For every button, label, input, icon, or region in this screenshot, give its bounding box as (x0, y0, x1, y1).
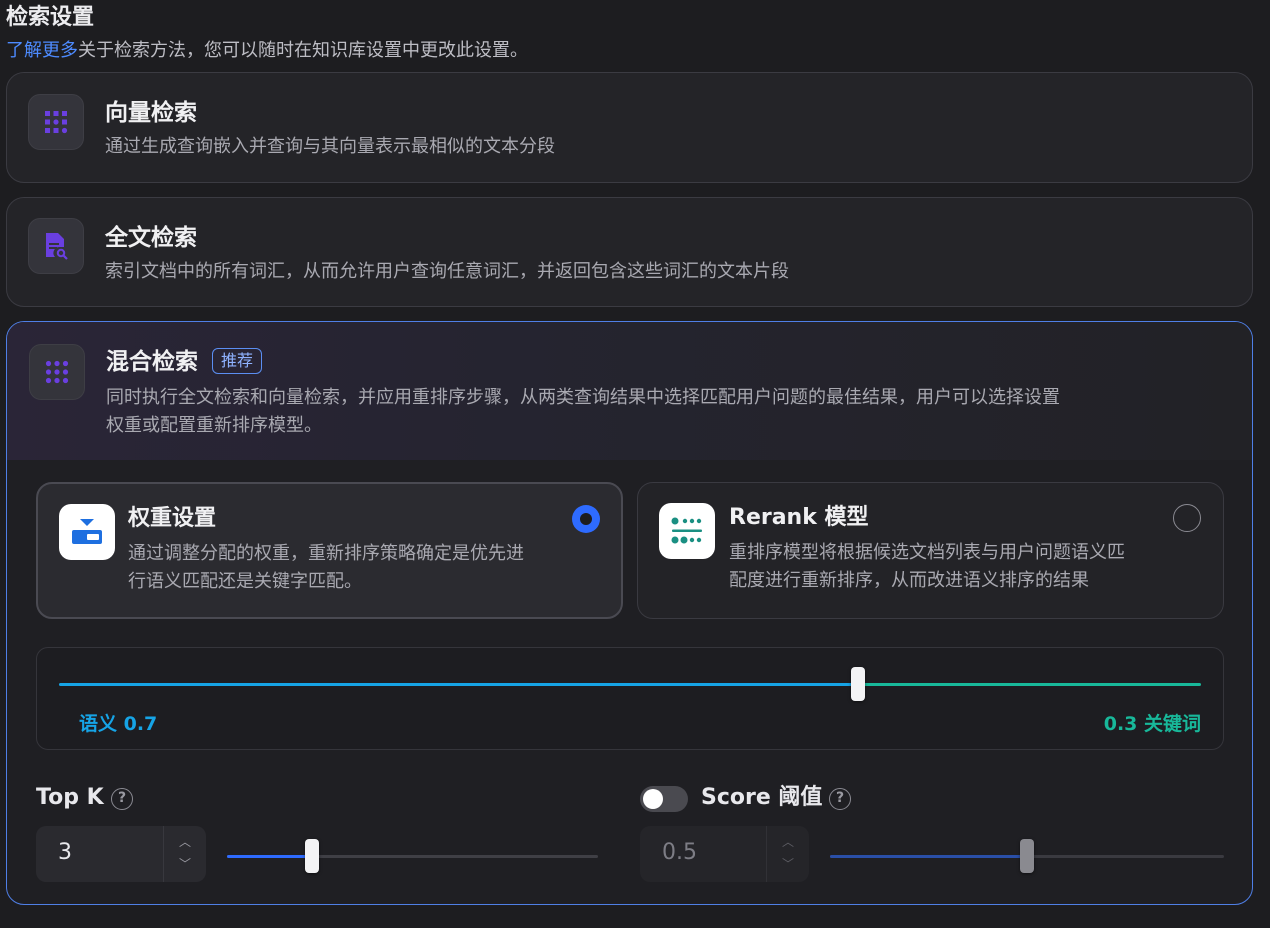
weight-setting-option[interactable]: 权重设置 通过调整分配的权重，重新排序策略确定是优先进 行语义匹配还是关键字匹配… (36, 482, 623, 619)
top-k-decrement-icon[interactable]: ﹀ (164, 857, 206, 871)
weight-slider-panel: 语义 0.7 0.3 关键词 (36, 647, 1224, 750)
top-k-slider-fill (227, 855, 313, 858)
keyword-weight-track (858, 683, 1201, 686)
rerank-model-desc-line2: 配度进行重新排序，从而改进语义排序的结果 (729, 570, 1089, 591)
top-k-increment-icon[interactable]: ︿ (164, 835, 206, 849)
vector-search-title: 向量检索 (105, 100, 197, 126)
dots-grid-icon (29, 344, 85, 400)
weight-setting-title: 权重设置 (128, 506, 217, 531)
document-search-icon (28, 218, 84, 274)
weight-setting-desc-line1: 通过调整分配的权重，重新排序策略确定是优先进 (128, 543, 524, 564)
rerank-model-desc-line1: 重排序模型将根据候选文档列表与用户问题语义匹 (729, 542, 1125, 563)
rerank-model-icon (659, 503, 715, 559)
score-threshold-help-icon[interactable]: ? (829, 788, 851, 810)
rerank-model-title: Rerank 模型 (729, 505, 869, 530)
keyword-weight-label: 0.3 关键词 (1103, 713, 1201, 735)
score-decrement-icon[interactable]: ﹀ (767, 857, 809, 871)
weight-slider-thumb[interactable] (851, 667, 866, 701)
fulltext-search-title: 全文检索 (105, 225, 197, 251)
weight-setting-radio[interactable] (572, 505, 600, 533)
page-title: 检索设置 (6, 5, 95, 30)
score-threshold-label: Score 阈值 (701, 785, 823, 810)
hybrid-search-card[interactable]: 混合检索 推荐 同时执行全文检索和向量检索，并应用重排序步骤，从两类查询结果中选… (6, 321, 1253, 905)
vector-search-desc: 通过生成查询嵌入并查询与其向量表示最相似的文本分段 (105, 136, 555, 157)
semantic-weight-track (59, 683, 859, 686)
vector-search-card[interactable]: 向量检索 通过生成查询嵌入并查询与其向量表示最相似的文本分段 (6, 72, 1253, 183)
fulltext-search-card[interactable]: 全文检索 索引文档中的所有词汇，从而允许用户查询任意词汇，并返回包含这些词汇的文… (6, 197, 1253, 307)
page-subtitle: 了解更多关于检索方法，您可以随时在知识库设置中更改此设置。 (6, 38, 528, 64)
rerank-model-radio[interactable] (1173, 504, 1201, 532)
top-k-label: Top K (36, 785, 104, 810)
score-increment-icon[interactable]: ︿ (767, 835, 809, 849)
weight-scale-icon (59, 504, 115, 560)
score-slider-fill (830, 855, 1027, 858)
hybrid-search-desc-line2: 权重或配置重新排序模型。 (106, 415, 322, 436)
score-slider-thumb[interactable] (1020, 839, 1034, 873)
subtitle-text: 关于检索方法，您可以随时在知识库设置中更改此设置。 (78, 40, 528, 61)
top-k-slider-thumb[interactable] (305, 839, 320, 873)
learn-more-link[interactable]: 了解更多 (6, 40, 78, 61)
weight-setting-desc-line2: 行语义匹配还是关键字匹配。 (128, 571, 362, 592)
top-k-input[interactable]: 3 ︿ ﹀ (36, 826, 206, 882)
hybrid-search-desc-line1: 同时执行全文检索和向量检索，并应用重排序步骤，从两类查询结果中选择匹配用户问题的… (106, 387, 1060, 408)
score-threshold-input[interactable]: 0.5 ︿ ﹀ (640, 826, 809, 882)
grid-icon (28, 94, 84, 150)
score-threshold-toggle[interactable] (640, 786, 688, 812)
top-k-value: 3 (58, 840, 72, 865)
fulltext-search-desc: 索引文档中的所有词汇，从而允许用户查询任意词汇，并返回包含这些词汇的文本片段 (105, 261, 789, 282)
top-k-stepper[interactable]: ︿ ﹀ (163, 826, 206, 882)
recommended-badge: 推荐 (212, 348, 263, 374)
hybrid-search-title: 混合检索 (106, 349, 198, 375)
rerank-model-option[interactable]: Rerank 模型 重排序模型将根据候选文档列表与用户问题语义匹 配度进行重新排… (637, 482, 1224, 619)
score-threshold-stepper[interactable]: ︿ ﹀ (766, 826, 809, 882)
top-k-help-icon[interactable]: ? (111, 788, 133, 810)
score-threshold-value: 0.5 (662, 840, 697, 865)
semantic-weight-label: 语义 0.7 (79, 713, 158, 735)
